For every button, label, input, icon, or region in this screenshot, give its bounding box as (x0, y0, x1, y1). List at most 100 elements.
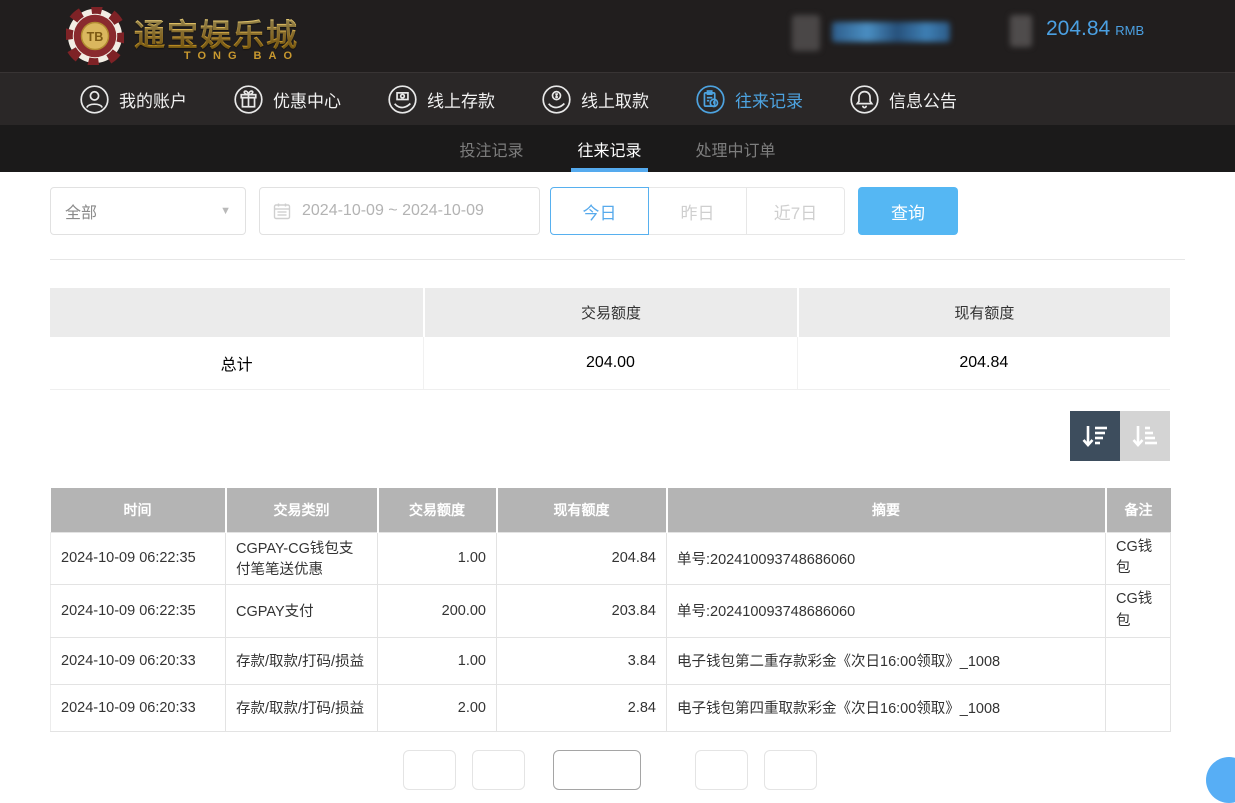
cell-transaction-amount: 2.00 (378, 684, 497, 731)
cell-time: 2024-10-09 06:22:35 (51, 585, 226, 638)
col-header-time: 时间 (51, 488, 226, 532)
nav-label: 线上取款 (581, 87, 649, 112)
col-header-transaction-amount: 交易额度 (378, 488, 497, 532)
summary-current-amount: 204.84 (797, 337, 1170, 389)
gift-icon (234, 85, 263, 114)
tab-label: 处理中订单 (696, 137, 776, 161)
quick-button-last7days[interactable]: 近7日 (746, 187, 845, 235)
nav-item-online-withdrawal[interactable]: 线上取款 (542, 85, 649, 114)
filter-bar: 全部 ▼ 2024-10-09 ~ 2024-10-09 今日 昨日 近7日 查… (50, 187, 958, 235)
quick-button-yesterday[interactable]: 昨日 (648, 187, 747, 235)
col-header-summary: 摘要 (667, 488, 1106, 532)
cell-time: 2024-10-09 06:20:33 (51, 637, 226, 684)
cell-transaction-type: CGPAY-CG钱包支付笔笔送优惠 (226, 532, 378, 585)
tab-transaction-records[interactable]: 往来记录 (571, 125, 647, 172)
table-row: 2024-10-09 06:22:35 CGPAY-CG钱包支付笔笔送优惠 1.… (51, 532, 1171, 585)
cell-current-amount: 203.84 (497, 585, 667, 638)
table-row: 2024-10-09 06:22:35 CGPAY支付 200.00 203.8… (51, 585, 1171, 638)
cell-current-amount: 3.84 (497, 637, 667, 684)
cell-transaction-type: CGPAY支付 (226, 585, 378, 638)
cell-note (1106, 684, 1171, 731)
cell-transaction-type: 存款/取款/打码/损益 (226, 637, 378, 684)
table-row: 2024-10-09 06:20:33 存款/取款/打码/损益 2.00 2.8… (51, 684, 1171, 731)
quick-button-today[interactable]: 今日 (550, 187, 649, 235)
pagination-button-2[interactable] (472, 750, 525, 790)
sort-descending-icon (1080, 421, 1110, 451)
cell-note: CG钱包 (1106, 585, 1171, 638)
col-header-note: 备注 (1106, 488, 1171, 532)
col-header-transaction-type: 交易类别 (226, 488, 378, 532)
quick-button-label: 昨日 (681, 199, 715, 224)
nav-label: 往来记录 (735, 87, 803, 112)
chat-bubble-icon[interactable] (1206, 757, 1235, 803)
quick-button-label: 近7日 (774, 199, 817, 224)
summary-table: 交易额度 现有额度 总计 204.00 204.84 (50, 288, 1170, 390)
section-divider (50, 259, 1185, 260)
summary-header-current-amount: 现有额度 (797, 288, 1170, 337)
bell-icon (850, 85, 879, 114)
brand-subtitle: TONG BAO (134, 50, 299, 62)
poker-chip-icon: TB (66, 7, 124, 65)
calendar-icon (272, 201, 292, 221)
top-header-bar: TB 通宝娱乐城 TONG BAO 204.84 RMB (0, 0, 1235, 72)
pagination-button-5[interactable] (764, 750, 817, 790)
transactions-table: 时间 交易类别 交易额度 现有额度 摘要 备注 2024-10-09 06:22… (50, 488, 1171, 732)
balance-currency: RMB (1115, 23, 1144, 38)
cell-current-amount: 204.84 (497, 532, 667, 585)
sort-ascending-button[interactable] (1120, 411, 1170, 461)
nav-label: 我的账户 (119, 87, 187, 112)
chevron-down-icon: ▼ (220, 205, 231, 217)
record-subtabs: 投注记录 往来记录 处理中订单 (0, 125, 1235, 172)
wallet-icon[interactable] (1010, 15, 1032, 47)
summary-total-row: 总计 204.00 204.84 (50, 337, 1170, 390)
col-header-current-amount: 现有额度 (497, 488, 667, 532)
brand-title: 通宝娱乐城 (134, 10, 299, 55)
deposit-hand-icon (388, 85, 417, 114)
user-icon (80, 85, 109, 114)
summary-header-row: 交易额度 现有额度 (50, 288, 1170, 337)
brand-logo[interactable]: TB 通宝娱乐城 TONG BAO (66, 7, 299, 65)
pagination-page-indicator[interactable] (553, 750, 641, 790)
username-redacted[interactable] (832, 22, 950, 42)
nav-item-transaction-records[interactable]: 往来记录 (696, 85, 803, 114)
brand-text: 通宝娱乐城 TONG BAO (134, 10, 299, 62)
cell-summary: 单号:202410093748686060 (667, 532, 1106, 585)
query-button[interactable]: 查询 (858, 187, 958, 235)
cell-transaction-type: 存款/取款/打码/损益 (226, 684, 378, 731)
transaction-record-icon (696, 85, 725, 114)
pagination-button-4[interactable] (695, 750, 748, 790)
withdraw-hand-icon (542, 85, 571, 114)
nav-item-online-deposit[interactable]: 线上存款 (388, 85, 495, 114)
svg-text:TB: TB (87, 30, 104, 44)
table-row: 2024-10-09 06:20:33 存款/取款/打码/损益 1.00 3.8… (51, 637, 1171, 684)
sort-buttons (1070, 411, 1170, 461)
account-balance: 204.84 RMB (1046, 17, 1144, 41)
date-range-picker[interactable]: 2024-10-09 ~ 2024-10-09 (259, 187, 540, 235)
quick-date-buttons: 今日 昨日 近7日 (550, 187, 845, 235)
pagination-button-1[interactable] (403, 750, 456, 790)
main-navigation: 我的账户 优惠中心 线上存款 线上取款 (0, 72, 1235, 125)
cell-summary: 电子钱包第四重取款彩金《次日16:00领取》_1008 (667, 684, 1106, 731)
tab-label: 往来记录 (577, 137, 641, 161)
nav-label: 线上存款 (427, 87, 495, 112)
sort-descending-button[interactable] (1070, 411, 1120, 461)
nav-item-announcements[interactable]: 信息公告 (850, 85, 957, 114)
summary-header-empty (50, 288, 423, 337)
tab-betting-records[interactable]: 投注记录 (453, 125, 529, 172)
cell-transaction-amount: 1.00 (378, 532, 497, 585)
cell-transaction-amount: 1.00 (378, 637, 497, 684)
summary-header-transaction-amount: 交易额度 (423, 288, 796, 337)
nav-item-promotions[interactable]: 优惠中心 (234, 85, 341, 114)
cell-time: 2024-10-09 06:22:35 (51, 532, 226, 585)
cell-current-amount: 2.84 (497, 684, 667, 731)
user-avatar[interactable] (792, 15, 820, 51)
date-range-value: 2024-10-09 ~ 2024-10-09 (302, 202, 484, 220)
summary-transaction-amount: 204.00 (423, 337, 796, 389)
tab-processing-orders[interactable]: 处理中订单 (690, 125, 782, 172)
sort-ascending-icon (1130, 421, 1160, 451)
balance-amount: 204.84 (1046, 17, 1110, 40)
type-select[interactable]: 全部 ▼ (50, 187, 246, 235)
nav-item-my-account[interactable]: 我的账户 (80, 85, 187, 114)
summary-total-label: 总计 (50, 337, 423, 389)
quick-button-label: 今日 (583, 199, 617, 224)
